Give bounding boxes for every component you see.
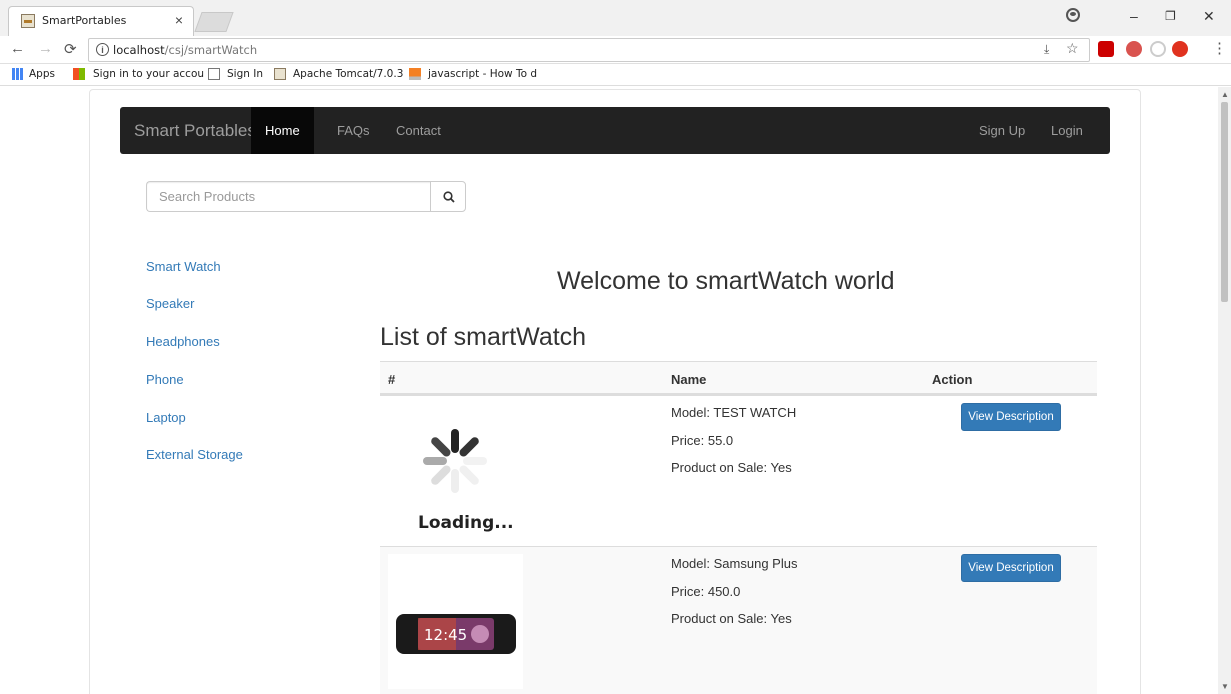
url-text: localhost/csj/smartWatch <box>113 43 258 57</box>
back-icon[interactable]: ← <box>10 40 25 57</box>
search-button[interactable] <box>430 181 466 212</box>
welcome-heading: Welcome to smartWatch world <box>557 267 895 295</box>
sidebar-item-laptop[interactable]: Laptop <box>146 410 186 425</box>
nav-home[interactable]: Home <box>251 107 314 154</box>
view-description-button[interactable]: View Description <box>961 403 1061 431</box>
column-header-name: Name <box>671 372 707 387</box>
browser-tab[interactable]: SmartPortables × <box>8 6 194 36</box>
search-icon <box>443 191 455 203</box>
scroll-up-icon[interactable]: ▲ <box>1221 90 1229 99</box>
nav-faqs[interactable]: FAQs <box>323 107 384 154</box>
tab-title: SmartPortables <box>42 14 127 27</box>
reload-icon[interactable]: ⟳ <box>64 40 77 58</box>
table-row: Loading... Model: TEST WATCH Price: 55.0… <box>380 395 1097 546</box>
table-row: 12:45 Model: Samsung Plus Price: 450.0 P… <box>380 546 1097 694</box>
nav-sign-up[interactable]: Sign Up <box>965 107 1039 154</box>
close-window-icon[interactable]: ✕ <box>1203 8 1215 25</box>
sidebar-item-smart-watch[interactable]: Smart Watch <box>146 259 221 274</box>
tab-close-icon[interactable]: × <box>175 12 183 28</box>
tomcat-favicon-icon <box>21 14 35 28</box>
brand-link[interactable]: Smart Portables <box>134 121 256 141</box>
profile-icon[interactable] <box>1066 8 1080 22</box>
product-image: Loading... <box>388 403 523 538</box>
watch-time-text: 12:45 <box>424 626 467 644</box>
forward-icon[interactable]: → <box>38 40 53 57</box>
microsoft-icon <box>73 68 85 80</box>
bookmarks-bar: Apps Sign in to your accou Sign In Apach… <box>0 64 1231 86</box>
extension-disabled-icon[interactable] <box>1150 41 1166 57</box>
view-description-button[interactable]: View Description <box>961 554 1061 582</box>
menu-dots-icon[interactable]: ⋮ <box>1212 39 1227 57</box>
apps-grid-icon <box>12 68 24 80</box>
nav-contact[interactable]: Contact <box>382 107 455 154</box>
pdf-extension-icon[interactable] <box>1098 41 1114 57</box>
bookmark-star-icon[interactable]: ☆ <box>1066 40 1079 57</box>
sidebar-item-headphones[interactable]: Headphones <box>146 334 220 349</box>
bookmark-apps[interactable]: Apps <box>29 68 55 80</box>
page-scrollbar[interactable]: ▲ ▼ <box>1218 87 1231 694</box>
column-header-action: Action <box>932 372 973 387</box>
scroll-down-icon[interactable]: ▼ <box>1221 682 1229 691</box>
product-model: Model: Samsung Plus <box>671 556 798 571</box>
column-header-number: # <box>388 372 396 387</box>
browser-titlebar: SmartPortables × – ❐ ✕ <box>0 0 1231 36</box>
new-tab-button[interactable] <box>194 12 234 32</box>
bookmark-sign-in-account[interactable]: Sign in to your accou <box>93 68 204 80</box>
product-sale: Product on Sale: Yes <box>671 611 792 626</box>
list-title: List of smartWatch <box>380 323 587 351</box>
page-icon <box>208 68 220 80</box>
scroll-thumb[interactable] <box>1221 102 1228 302</box>
adblock-icon[interactable] <box>1172 41 1188 57</box>
sidebar-item-phone[interactable]: Phone <box>146 372 184 387</box>
browser-toolbar: ← → ⟳ i localhost/csj/smartWatch ⤓ ☆ ⋮ <box>0 36 1231 64</box>
site-navbar: Smart Portables Home FAQs Contact Sign U… <box>120 107 1110 154</box>
page-content: Smart Portables Home FAQs Contact Sign U… <box>0 87 1218 694</box>
product-model: Model: TEST WATCH <box>671 405 797 420</box>
tomcat-icon <box>274 68 286 80</box>
product-image: 12:45 <box>388 554 523 689</box>
smartwatch-image-icon: 12:45 <box>396 614 516 654</box>
address-bar[interactable]: i localhost/csj/smartWatch ⤓ ☆ <box>88 38 1090 62</box>
product-price: Price: 55.0 <box>671 433 734 448</box>
bookmark-javascript[interactable]: javascript - How To d <box>428 68 537 80</box>
product-sale: Product on Sale: Yes <box>671 460 792 475</box>
nav-login[interactable]: Login <box>1037 107 1097 154</box>
extension-icon[interactable] <box>1126 41 1142 57</box>
download-icon[interactable]: ⤓ <box>1044 42 1049 57</box>
stackoverflow-icon <box>409 68 421 80</box>
search-input[interactable] <box>146 181 431 212</box>
table-header: # Name Action <box>380 361 1097 395</box>
product-price: Price: 450.0 <box>671 584 741 599</box>
info-icon[interactable]: i <box>96 43 109 56</box>
minimize-icon[interactable]: – <box>1130 8 1138 24</box>
bookmark-apache-tomcat[interactable]: Apache Tomcat/7.0.3 <box>293 68 403 80</box>
restore-icon[interactable]: ❐ <box>1165 9 1176 23</box>
bookmark-sign-in[interactable]: Sign In <box>227 68 263 80</box>
loading-text: Loading... <box>418 513 514 533</box>
sidebar-item-speaker[interactable]: Speaker <box>146 296 194 311</box>
sidebar-item-external-storage[interactable]: External Storage <box>146 447 243 462</box>
